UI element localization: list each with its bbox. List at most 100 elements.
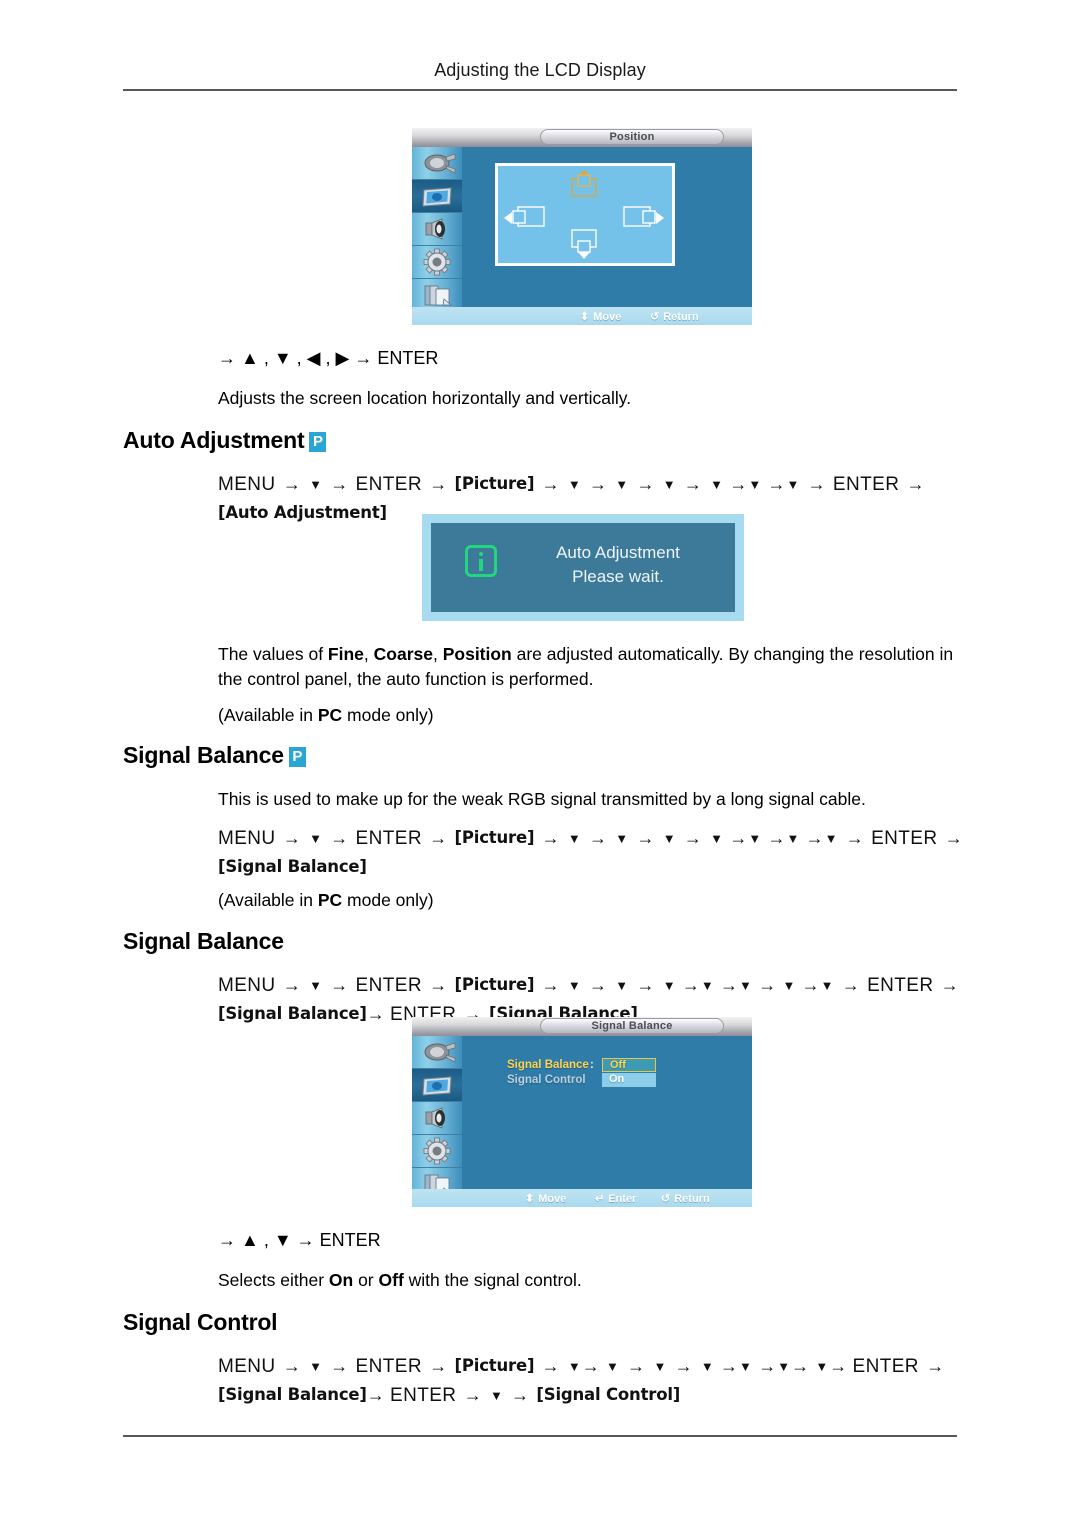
position-left-icon xyxy=(504,206,545,227)
path-arrow: → xyxy=(330,828,349,848)
position-right-icon xyxy=(623,206,664,227)
path-arrow: → xyxy=(681,975,700,995)
path-down-tri: ▼ xyxy=(309,477,322,492)
path-arrow: → xyxy=(683,828,702,848)
page-title: Adjusting the LCD Display xyxy=(434,60,646,80)
sidebar-item-sound[interactable] xyxy=(412,1102,462,1135)
position-keys-line: → ▲ , ▼ , ◀ , ▶ → ENTER xyxy=(218,348,439,368)
heading-signal-balance-1: Signal Balance P xyxy=(123,742,306,769)
path-down-tri: ▼ xyxy=(815,1359,829,1374)
path-arrow: → xyxy=(511,1385,530,1405)
menu-item-signal-control[interactable]: Signal Control xyxy=(507,1074,586,1086)
path-arrow: → xyxy=(330,474,349,494)
enter-glyph: ↵ xyxy=(595,1193,605,1205)
sound-speaker-icon xyxy=(425,218,445,240)
path-arrow: → xyxy=(366,1004,385,1024)
path-menu: MENU xyxy=(218,474,276,495)
footer-rule xyxy=(123,1435,957,1437)
return-label: Return xyxy=(663,311,699,323)
path-arrow: → xyxy=(841,975,860,995)
heading-auto-adjustment: Auto Adjustment P xyxy=(123,427,327,454)
path-target-1: [Signal Balance] xyxy=(218,1004,367,1023)
footer-hint-return: ↺ Return xyxy=(650,310,699,323)
path-down-tri: ▼ xyxy=(309,831,322,846)
path-down-tri: ▼ xyxy=(567,978,581,993)
availability-post: mode only) xyxy=(342,890,434,910)
path-down-tri: ▼ xyxy=(653,1359,667,1374)
move-label: Move xyxy=(593,311,622,323)
desc-coarse: Coarse xyxy=(373,644,433,664)
desc-pre: Selects either xyxy=(218,1270,329,1290)
sidebar-item-sound[interactable] xyxy=(412,213,462,246)
menu-item-signal-balance[interactable]: Signal Balance xyxy=(507,1059,589,1071)
path-enter: ENTER xyxy=(355,474,422,495)
path-arrow: → xyxy=(541,828,560,848)
path-down-tri: ▼ xyxy=(782,978,796,993)
path-arrow: → xyxy=(636,828,655,848)
osd-footer: ⬍ Move ↺ Return xyxy=(412,307,752,325)
path-arrow: → xyxy=(589,828,608,848)
sidebar-item-picture[interactable] xyxy=(412,1069,462,1102)
sidebar-item-input[interactable] xyxy=(412,1036,462,1069)
footer-hint-move: ⬍ Move xyxy=(525,1192,566,1205)
move-label: Move xyxy=(538,1193,567,1205)
dialog-subtitle: Please wait. xyxy=(572,567,664,586)
path-down-tri: ▼ xyxy=(662,831,676,846)
osd-title: Signal Balance xyxy=(540,1018,724,1034)
option-on[interactable]: On xyxy=(602,1073,656,1087)
path-down-tri: ▼ xyxy=(615,831,629,846)
path-arrow: → xyxy=(720,1356,739,1376)
path-picture: [Picture] xyxy=(454,828,535,847)
footer-hint-return: ↺ Return xyxy=(661,1192,710,1205)
path-arrow: → xyxy=(940,975,959,995)
return-label: Return xyxy=(674,1193,710,1205)
path-down-tri: ▼ xyxy=(309,1359,322,1374)
desc-on: On xyxy=(328,1270,354,1290)
dialog-title: Auto Adjustment xyxy=(556,543,680,562)
position-preview-panel xyxy=(495,163,675,266)
return-glyph: ↺ xyxy=(650,311,660,323)
path-target-1: [Signal Balance] xyxy=(218,1385,367,1404)
footer-hint-move: ⬍ Move xyxy=(580,310,621,323)
path-down-tri: ▼ xyxy=(567,831,581,846)
path-enter-2: ENTER xyxy=(852,1356,919,1377)
position-down-icon xyxy=(571,229,597,259)
sidebar-item-setup[interactable] xyxy=(412,246,462,279)
sidebar-item-input[interactable] xyxy=(412,147,462,180)
position-up-icon xyxy=(571,170,597,197)
heading-signal-balance-1-label: Signal Balance xyxy=(123,742,284,768)
path-down-tri: ▼ xyxy=(786,831,800,846)
path-arrow: → xyxy=(926,1356,945,1376)
menu-colon: : xyxy=(590,1059,594,1071)
path-down-tri: ▼ xyxy=(786,477,800,492)
path-menu: MENU xyxy=(218,1356,276,1377)
signal-balance-1-availability: (Available in PC mode only) xyxy=(218,888,963,913)
path-down-tri: ▼ xyxy=(739,978,752,993)
path-arrow: → xyxy=(463,1385,482,1405)
heading-signal-control: Signal Control xyxy=(123,1309,278,1335)
auto-adjustment-availability: (Available in PC mode only) xyxy=(218,703,963,728)
path-arrow: → xyxy=(589,975,608,995)
document-page: Adjusting the LCD Display Position ⬍ Mov… xyxy=(0,0,1080,1527)
osd-title: Position xyxy=(540,129,724,145)
path-arrow: → xyxy=(758,975,777,995)
path-down-tri: ▼ xyxy=(615,477,629,492)
path-down-tri: ▼ xyxy=(662,477,676,492)
path-arrow: → xyxy=(330,975,349,995)
move-glyph: ⬍ xyxy=(525,1193,535,1205)
dialog-inner: Auto Adjustment Please wait. xyxy=(431,523,735,612)
option-off[interactable]: Off xyxy=(602,1058,656,1072)
path-enter: ENTER xyxy=(355,1356,422,1377)
desc-fine: Fine xyxy=(327,644,364,664)
sidebar-item-picture[interactable] xyxy=(412,180,462,213)
signal-control-path: MENU → ▼ → ENTER → [Picture] → ▼→ ▼ → ▼ … xyxy=(218,1352,968,1410)
path-down-tri: ▼ xyxy=(567,1359,581,1374)
path-arrow: → xyxy=(729,828,748,848)
sidebar-item-setup[interactable] xyxy=(412,1135,462,1168)
path-arrow: → xyxy=(429,474,448,494)
path-picture: [Picture] xyxy=(454,474,535,493)
path-down-tri: ▼ xyxy=(820,978,834,993)
path-target: [Auto Adjustment] xyxy=(218,503,387,522)
header-rule xyxy=(123,89,957,91)
path-down-tri: ▼ xyxy=(700,1359,714,1374)
